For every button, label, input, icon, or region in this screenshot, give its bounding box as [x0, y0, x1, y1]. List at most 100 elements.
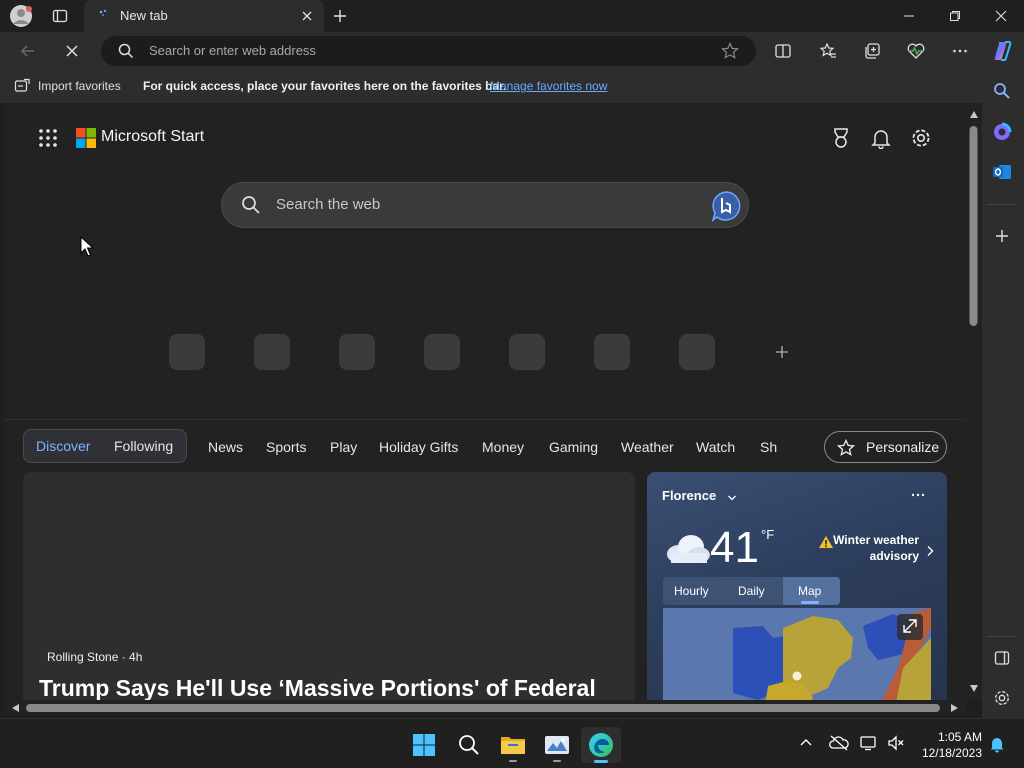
chevron-down-icon[interactable] — [727, 493, 737, 503]
more-options-icon[interactable] — [947, 39, 973, 63]
bing-chat-icon[interactable] — [709, 189, 743, 223]
quick-link-tile[interactable] — [509, 334, 545, 370]
search-icon — [118, 43, 134, 59]
nav-play[interactable]: Play — [330, 439, 357, 455]
nav-watch[interactable]: Watch — [696, 439, 735, 455]
manage-favorites-link[interactable]: Manage favorites now — [490, 79, 607, 93]
stop-loading-button[interactable] — [59, 39, 85, 63]
microsoft-logo-icon — [76, 128, 96, 148]
weather-tab-hourly[interactable]: Hourly — [674, 584, 709, 598]
weather-unit: °F — [761, 527, 775, 542]
sidebar-settings-icon[interactable] — [990, 686, 1014, 710]
quick-link-tile[interactable] — [594, 334, 630, 370]
nav-news[interactable]: News — [208, 439, 243, 455]
close-window-button[interactable] — [978, 0, 1024, 32]
quick-link-tile[interactable] — [424, 334, 460, 370]
new-tab-button[interactable] — [328, 4, 352, 28]
search-icon — [241, 195, 261, 215]
nav-money[interactable]: Money — [482, 439, 524, 455]
favorite-star-icon[interactable] — [721, 42, 739, 60]
rewards-icon[interactable] — [830, 127, 852, 149]
network-icon[interactable] — [860, 735, 878, 751]
profile-avatar-icon[interactable] — [9, 4, 33, 28]
notifications-bell-icon[interactable] — [870, 127, 892, 149]
page-settings-gear-icon[interactable] — [910, 127, 932, 149]
weather-tab-daily[interactable]: Daily — [738, 584, 765, 598]
news-source: Rolling Stone · 4h — [47, 650, 143, 664]
cloud-icon — [665, 533, 711, 565]
hide-sidebar-icon[interactable] — [990, 646, 1014, 670]
horizontal-scrollbar[interactable] — [4, 700, 966, 716]
system-clock[interactable]: 1:05 AM 12/18/2023 — [912, 729, 982, 761]
favorites-icon[interactable] — [815, 39, 841, 63]
show-hidden-icons-chevron-icon[interactable] — [799, 737, 813, 747]
notification-bell-icon[interactable] — [988, 735, 1006, 753]
sidebar-outlook-icon[interactable] — [990, 160, 1014, 184]
web-search-box[interactable]: Search the web — [221, 182, 749, 228]
active-app-indicator — [594, 760, 608, 763]
weather-more-icon[interactable] — [911, 490, 925, 500]
weather-city[interactable]: Florence — [662, 488, 716, 503]
title-bar: New tab — [0, 0, 1024, 32]
browser-essentials-icon[interactable] — [903, 39, 929, 63]
personalize-button[interactable]: Personalize — [824, 431, 947, 463]
add-quick-link-icon[interactable] — [775, 345, 789, 359]
onedrive-offline-icon[interactable] — [829, 735, 849, 751]
close-tab-icon[interactable] — [300, 9, 314, 23]
news-headline[interactable]: Trump Says He'll Use ‘Massive Portions' … — [39, 675, 596, 700]
weather-map[interactable] — [663, 608, 931, 700]
active-tab-indicator — [801, 601, 819, 604]
file-explorer-icon[interactable] — [493, 727, 533, 763]
tab-following[interactable]: Following — [114, 438, 173, 454]
import-favorites-button[interactable]: Import favorites — [38, 79, 121, 93]
personalize-label: Personalize — [866, 439, 940, 455]
nav-holiday-gifts[interactable]: Holiday Gifts — [379, 439, 458, 455]
edge-taskbar-icon[interactable] — [581, 727, 621, 763]
quick-link-tile[interactable] — [254, 334, 290, 370]
sidebar-copilot-icon[interactable] — [990, 120, 1014, 144]
volume-muted-icon[interactable] — [887, 735, 905, 751]
brand-title[interactable]: Microsoft Start — [101, 128, 204, 146]
tab-new-tab[interactable]: New tab — [84, 0, 324, 32]
copilot-icon[interactable] — [989, 39, 1015, 63]
loading-icon — [98, 9, 112, 23]
feed-navigation: Discover Following News Sports Play Holi… — [4, 423, 966, 469]
weather-tab-map[interactable]: Map — [798, 584, 821, 598]
tab-title: New tab — [120, 8, 168, 23]
nav-gaming[interactable]: Gaming — [549, 439, 598, 455]
alert-line-1: Winter weather — [833, 533, 919, 547]
running-indicator — [509, 760, 517, 762]
vertical-scrollbar[interactable] — [966, 103, 982, 700]
nav-weather[interactable]: Weather — [621, 439, 674, 455]
nav-shopping-truncated[interactable]: Sh — [760, 439, 777, 455]
weather-card[interactable]: Florence 41 °F Winter weather advisory H… — [647, 472, 947, 700]
weather-temperature: 41 — [710, 523, 759, 572]
nav-sports[interactable]: Sports — [266, 439, 306, 455]
minimize-button[interactable] — [886, 0, 932, 32]
taskbar: 1:05 AM 12/18/2023 — [0, 718, 1024, 768]
tab-actions-icon[interactable] — [48, 4, 72, 28]
photos-app-icon[interactable] — [537, 727, 577, 763]
news-card[interactable]: Rolling Stone · 4h Trump Says He'll Use … — [23, 472, 635, 700]
restore-button[interactable] — [932, 0, 978, 32]
running-indicator — [553, 760, 561, 762]
chevron-right-icon[interactable] — [925, 545, 935, 557]
back-button[interactable] — [15, 39, 41, 63]
feed-toggle: Discover Following — [23, 429, 187, 463]
weather-tabs: Hourly Daily Map — [663, 577, 840, 605]
sidebar-add-icon[interactable] — [990, 224, 1014, 248]
address-bar[interactable]: Search or enter web address — [101, 36, 756, 66]
app-launcher-icon[interactable] — [38, 128, 58, 148]
split-screen-icon[interactable] — [770, 39, 796, 63]
sidebar-search-icon[interactable] — [990, 79, 1014, 103]
sidebar-divider — [988, 204, 1016, 205]
collections-icon[interactable] — [859, 39, 885, 63]
taskbar-search-icon[interactable] — [449, 727, 489, 763]
quick-link-tile[interactable] — [339, 334, 375, 370]
quick-link-tile[interactable] — [169, 334, 205, 370]
tab-discover[interactable]: Discover — [36, 438, 90, 454]
weather-alert[interactable]: Winter weather advisory — [797, 532, 919, 564]
start-button[interactable] — [404, 727, 444, 763]
quick-link-tile[interactable] — [679, 334, 715, 370]
mouse-cursor-icon — [80, 236, 94, 258]
